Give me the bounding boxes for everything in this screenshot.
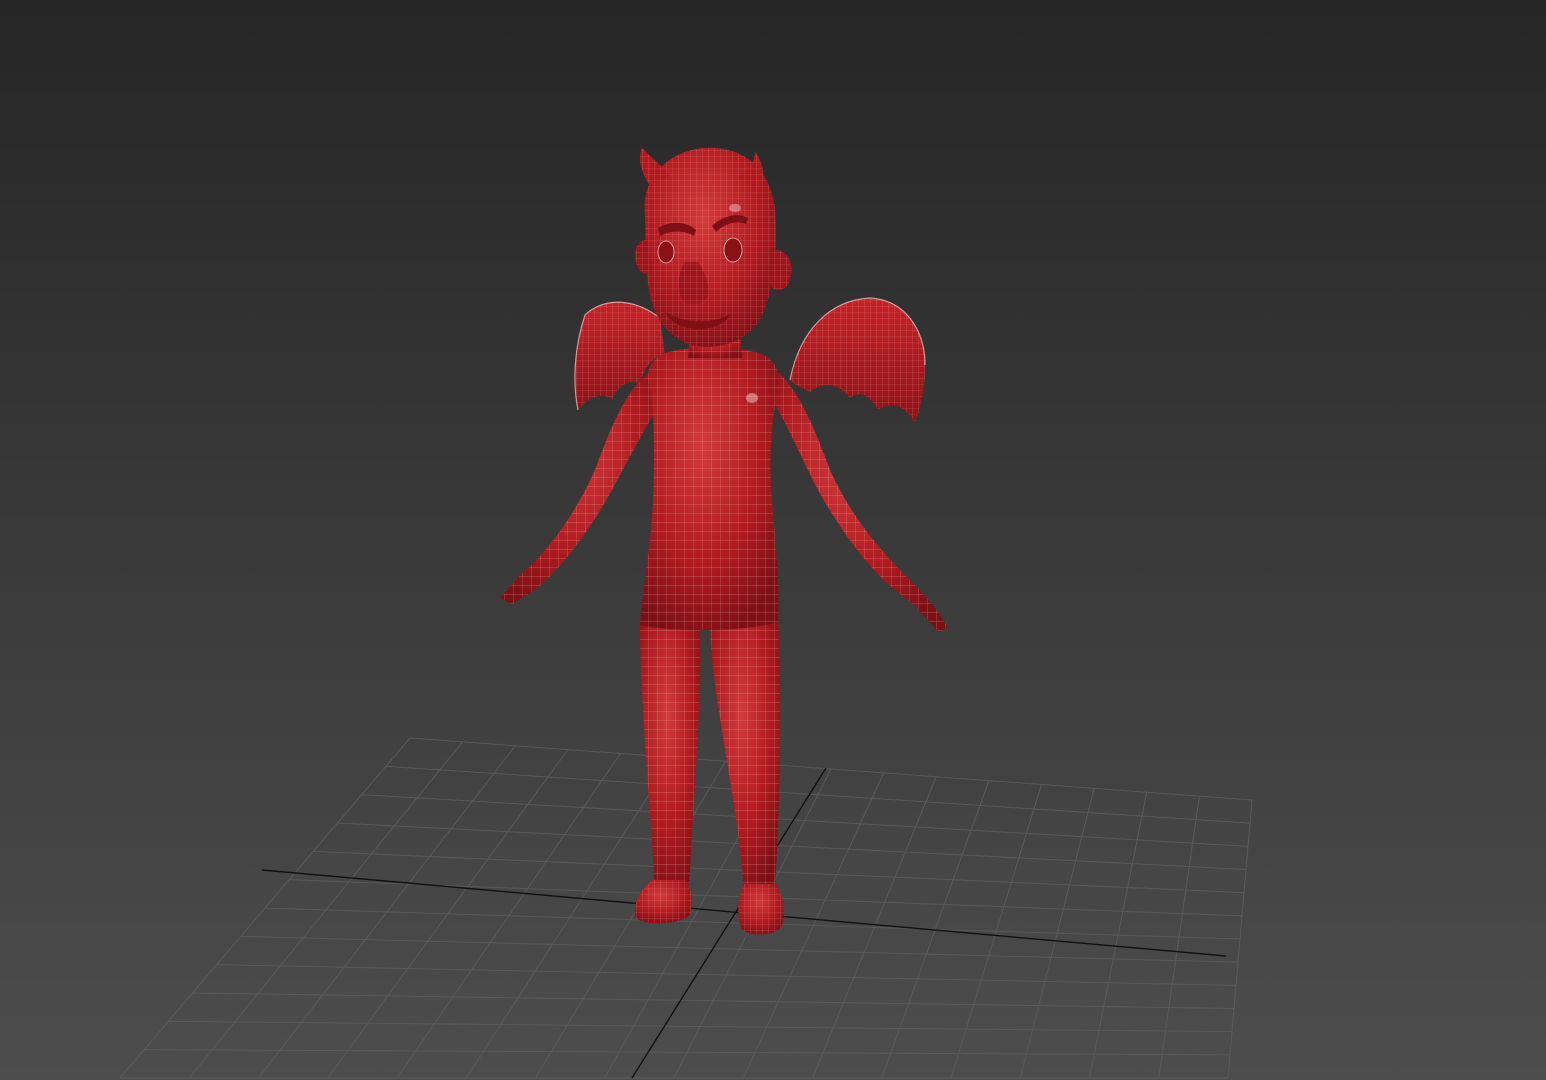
grid-line (327, 749, 569, 1079)
right-wing (789, 297, 926, 423)
grid-line (119, 737, 411, 1079)
left-leg (634, 620, 701, 924)
head (635, 147, 792, 347)
right-leg (710, 618, 784, 935)
grid-line (1019, 788, 1095, 1079)
scene (119, 147, 1253, 1079)
right-eye (723, 237, 743, 263)
grid-line (396, 753, 621, 1079)
grid-line (950, 784, 1042, 1079)
left-arm (500, 372, 662, 604)
grid-line (188, 741, 464, 1079)
right-arm (772, 372, 948, 632)
devil-character-model[interactable] (500, 147, 948, 935)
grid-line (1089, 792, 1148, 1079)
grid-line (881, 780, 990, 1079)
torso (640, 347, 779, 630)
grid-line (258, 745, 516, 1079)
left-eye (657, 240, 675, 264)
perspective-viewport[interactable] (0, 0, 1546, 1080)
